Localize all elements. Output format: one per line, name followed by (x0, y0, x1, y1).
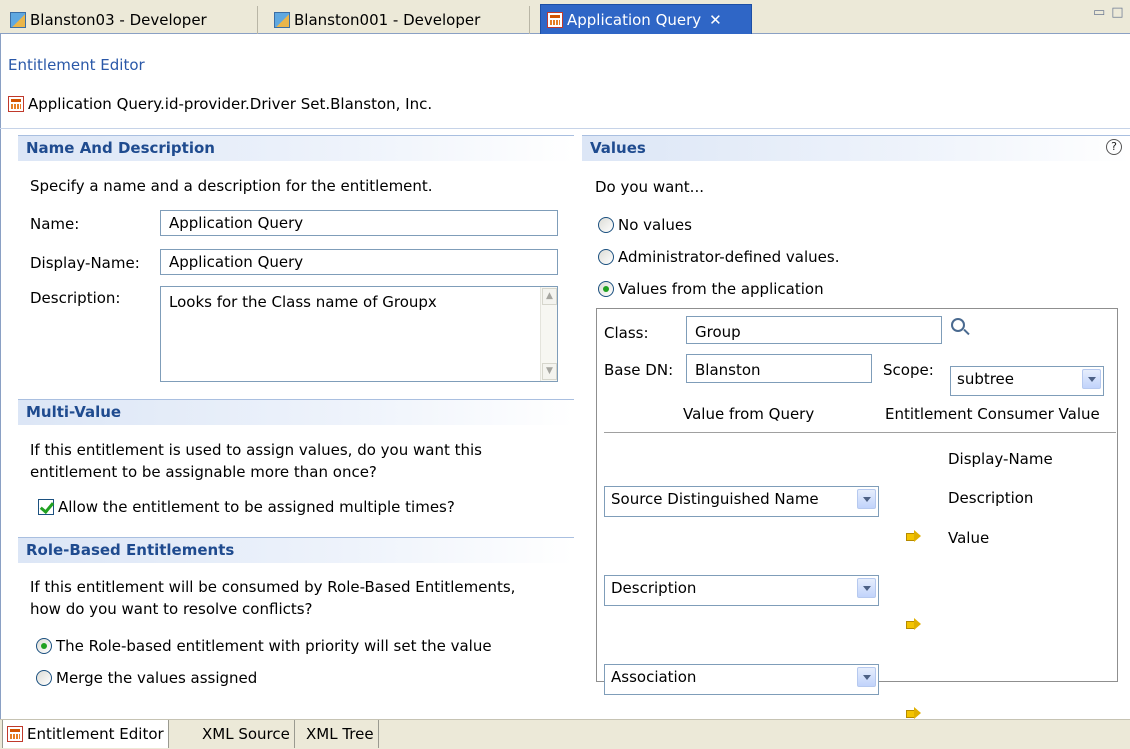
name-intro: Specify a name and a description for the… (30, 177, 433, 195)
radio-priority[interactable]: The Role-based entitlement with priority… (36, 637, 492, 655)
arrow-right-icon (906, 618, 922, 630)
radio-label: Values from the application (618, 280, 824, 298)
base-dn-label: Base DN: (604, 361, 674, 379)
description-scrollbar[interactable]: ▲ ▼ (540, 287, 557, 381)
chevron-down-icon[interactable] (1082, 369, 1101, 389)
tab-xml-tree[interactable]: XML Tree (302, 720, 379, 748)
values-prompt: Do you want... (595, 178, 704, 196)
radio-selected[interactable] (36, 638, 52, 654)
tab-xml-source[interactable]: XML Source (198, 720, 295, 748)
editor-title: Entitlement Editor (8, 56, 145, 74)
developer-icon (10, 12, 26, 28)
name-field[interactable]: Application Query (160, 210, 558, 236)
multi-value-question-1: If this entitlement is used to assign va… (30, 441, 482, 459)
radio-label: The Role-based entitlement with priority… (56, 637, 492, 655)
developer-icon (274, 12, 290, 28)
radio-merge[interactable]: Merge the values assigned (36, 669, 257, 687)
description-text: Looks for the Class name of Groupx (169, 293, 437, 311)
tab-label: Application Query (567, 10, 702, 29)
tab-blanston03[interactable]: Blanston03 - Developer (4, 6, 258, 34)
query-value: Source Distinguished Name (611, 490, 819, 508)
chevron-down-icon[interactable] (857, 578, 876, 598)
query-value: Association (611, 668, 697, 686)
section-header-multi-value: Multi-Value (18, 399, 574, 425)
editor-page-tabs (0, 719, 1130, 749)
tab-application-query[interactable]: Application Query ✕ (540, 4, 752, 34)
help-icon[interactable]: ? (1106, 139, 1122, 155)
query-value-dropdown[interactable]: Description (604, 575, 879, 606)
column-header-query: Value from Query (683, 405, 815, 423)
search-icon[interactable] (951, 318, 965, 332)
radio-label: No values (618, 216, 692, 234)
base-dn-field[interactable]: Blanston (686, 354, 872, 383)
description-field[interactable]: Looks for the Class name of Groupx ▲ ▼ (160, 286, 558, 382)
arrow-right-icon (906, 530, 922, 542)
radio-unselected[interactable] (598, 217, 614, 233)
tab-label: Blanston001 - Developer (294, 11, 481, 29)
radio-selected[interactable] (598, 281, 614, 297)
section-header-values: Values (582, 135, 1130, 161)
scope-label: Scope: (883, 361, 934, 379)
entitlement-path: Application Query.id-provider.Driver Set… (8, 95, 432, 113)
checkbox-checked[interactable] (38, 499, 54, 515)
name-label: Name: (30, 215, 80, 233)
radio-admin-values[interactable]: Administrator-defined values. (598, 248, 839, 266)
class-label: Class: (604, 324, 649, 342)
tab-label: XML Tree (306, 725, 374, 743)
entitlement-icon (547, 11, 563, 28)
display-name-field[interactable]: Application Query (160, 249, 558, 275)
entitlement-icon (7, 726, 23, 742)
tab-label: Entitlement Editor (27, 725, 164, 743)
role-question-1: If this entitlement will be consumed by … (30, 578, 516, 596)
path-text: Application Query.id-provider.Driver Set… (28, 95, 433, 113)
multi-value-question-2: entitlement to be assignable more than o… (30, 463, 377, 481)
radio-label: Administrator-defined values. (618, 248, 840, 266)
chevron-down-icon[interactable] (857, 489, 876, 509)
divider (0, 128, 1130, 129)
scope-value: subtree (957, 370, 1015, 388)
tab-blanston001[interactable]: Blanston001 - Developer (268, 6, 530, 34)
checkbox-label: Allow the entitlement to be assigned mul… (58, 498, 455, 516)
tab-entitlement-editor[interactable]: Entitlement Editor (2, 720, 169, 748)
query-value: Description (611, 579, 697, 597)
close-icon[interactable]: ✕ (709, 11, 722, 29)
section-header-name: Name And Description (18, 135, 574, 161)
entitlement-icon (8, 96, 24, 112)
tab-label: Blanston03 - Developer (30, 11, 207, 29)
arrow-right-icon (906, 707, 922, 719)
query-value-dropdown[interactable]: Source Distinguished Name (604, 486, 879, 517)
radio-no-values[interactable]: No values (598, 216, 692, 234)
description-label: Description: (30, 289, 121, 307)
class-field[interactable]: Group (686, 316, 942, 344)
radio-label: Merge the values assigned (56, 669, 258, 687)
window-controls: ▭□ (1093, 5, 1130, 20)
radio-app-values[interactable]: Values from the application (598, 280, 824, 298)
scope-dropdown[interactable]: subtree (950, 366, 1104, 396)
consumer-value: Value (948, 529, 990, 547)
allow-multiple-checkbox[interactable]: Allow the entitlement to be assigned mul… (38, 498, 455, 516)
display-name-label: Display-Name: (30, 254, 140, 272)
radio-unselected[interactable] (598, 249, 614, 265)
consumer-value: Description (948, 489, 1034, 507)
column-divider (604, 432, 1116, 433)
query-value-dropdown[interactable]: Association (604, 664, 879, 695)
column-header-consumer: Entitlement Consumer Value (885, 405, 1100, 423)
maximize-icon[interactable]: □ (1111, 5, 1129, 20)
minimize-icon[interactable]: ▭ (1093, 5, 1111, 20)
consumer-value: Display-Name (948, 450, 1053, 468)
scroll-up-icon[interactable]: ▲ (542, 288, 557, 305)
chevron-down-icon[interactable] (857, 667, 876, 687)
section-header-role-based: Role-Based Entitlements (18, 537, 574, 563)
role-question-2: how do you want to resolve conflicts? (30, 600, 313, 618)
radio-unselected[interactable] (36, 670, 52, 686)
tab-label: XML Source (202, 725, 290, 743)
scroll-down-icon[interactable]: ▼ (542, 363, 557, 380)
